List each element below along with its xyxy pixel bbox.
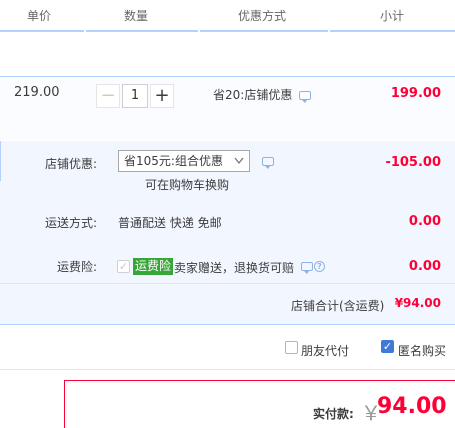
question-circle-icon[interactable]: ? <box>314 261 325 272</box>
exchange-hint: 可在购物车换购 <box>145 178 230 192</box>
shipping-method: 普通配送 快递 免邮 <box>118 216 222 230</box>
shipping-label: 运送方式: <box>45 216 98 230</box>
insurance-badge: 运费险 <box>133 258 174 275</box>
header-gap <box>328 30 330 32</box>
header-gap <box>84 30 86 32</box>
chat-bubble-icon[interactable] <box>301 262 313 274</box>
panel-left-border <box>0 141 1 181</box>
item-subtotal: 199.00 <box>390 86 441 101</box>
header-quantity: 数量 <box>124 9 149 23</box>
chat-bubble-icon[interactable] <box>299 91 311 103</box>
shop-discount-selected: 省105元:组合优惠 <box>124 154 223 168</box>
header-gap <box>198 30 200 32</box>
chat-bubble-icon[interactable] <box>262 157 274 169</box>
shipping-amount: 0.00 <box>408 214 441 229</box>
decrease-quantity-button[interactable]: − <box>96 84 120 108</box>
header-divider <box>0 30 455 32</box>
increase-quantity-button[interactable]: + <box>150 84 174 108</box>
anonymous-label[interactable]: 匿名购买 <box>398 342 446 359</box>
shop-total-label: 店铺合计(含运费) <box>291 299 385 313</box>
total-divider <box>0 283 455 284</box>
friend-pay-label[interactable]: 朋友代付 <box>301 342 349 359</box>
item-promotion: 省20:店铺优惠 <box>213 88 293 102</box>
shop-discount-label: 店铺优惠: <box>45 157 98 171</box>
insurance-checkbox: ✓ <box>117 260 130 273</box>
insurance-label: 运费险: <box>57 260 98 274</box>
anonymous-checkbox[interactable]: ✓ <box>381 340 394 353</box>
quantity-stepper: − 1 + <box>96 84 176 108</box>
header-discount: 优惠方式 <box>238 9 287 23</box>
chevron-down-icon <box>234 151 244 178</box>
payment-label: 实付款: <box>313 407 354 421</box>
quantity-input[interactable]: 1 <box>122 84 148 108</box>
order-table-header: 单价 数量 优惠方式 小计 <box>0 0 455 32</box>
payment-amount: 94.00 <box>377 394 447 419</box>
shop-discount-select[interactable]: 省105元:组合优惠 <box>118 150 250 172</box>
insurance-description: 卖家赠送，退换货可赔 <box>174 261 295 275</box>
insurance-amount: 0.00 <box>408 259 441 274</box>
friend-pay-checkbox[interactable] <box>285 341 298 354</box>
shop-total-amount: ¥94.00 <box>394 296 441 310</box>
shop-discount-amount: -105.00 <box>385 155 441 170</box>
header-subtotal: 小计 <box>380 9 405 23</box>
item-unit-price: 219.00 <box>14 85 60 100</box>
payment-summary-box: 实付款: ￥ 94.00 <box>64 380 455 428</box>
header-unit-price: 单价 <box>27 9 52 23</box>
